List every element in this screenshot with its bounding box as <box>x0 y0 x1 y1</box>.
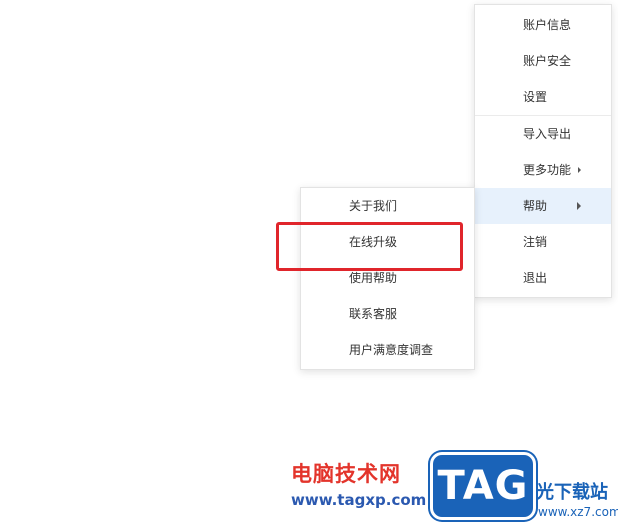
menu-item-label: 注销 <box>523 235 548 249</box>
menu-item-label: 设置 <box>523 90 548 104</box>
annotation-highlight-box <box>276 222 463 271</box>
watermark-url: www.tagxp.com <box>291 491 427 509</box>
submenu-item-contact-support[interactable]: 联系客服 <box>301 296 474 332</box>
help-submenu: 关于我们 在线升级 使用帮助 联系客服 用户满意度调查 <box>300 187 475 370</box>
menu-item-help[interactable]: 帮助 <box>475 188 611 224</box>
account-dropdown-menu: 账户信息 账户安全 设置 导入导出 更多功能 帮助 注销 退出 <box>474 4 612 298</box>
menu-item-label: 帮助 <box>523 199 548 213</box>
menu-item-exit[interactable]: 退出 <box>475 260 611 296</box>
menu-item-account-security[interactable]: 账户安全 <box>475 43 611 79</box>
chevron-right-icon <box>577 202 581 210</box>
watermark-title: 电脑技术网 <box>291 462 401 486</box>
watermark-right-url: www.xz7.com <box>538 505 618 519</box>
submenu-item-label: 联系客服 <box>349 307 398 321</box>
submenu-item-about-us[interactable]: 关于我们 <box>301 188 474 224</box>
menu-item-logout[interactable]: 注销 <box>475 224 611 260</box>
chevron-right-icon <box>578 167 581 173</box>
menu-item-label: 更多功能 <box>523 163 572 177</box>
menu-item-label: 退出 <box>523 271 548 285</box>
menu-item-import-export[interactable]: 导入导出 <box>475 116 611 152</box>
submenu-item-label: 关于我们 <box>349 199 398 213</box>
watermark-logo: TAG <box>430 452 536 520</box>
menu-item-label: 导入导出 <box>523 127 572 141</box>
submenu-item-satisfaction-survey[interactable]: 用户满意度调查 <box>301 332 474 368</box>
menu-item-label: 账户信息 <box>523 18 572 32</box>
menu-item-account-info[interactable]: 账户信息 <box>475 7 611 43</box>
watermark-right-text: 光下载站 <box>536 482 608 503</box>
menu-item-settings[interactable]: 设置 <box>475 79 611 115</box>
menu-item-label: 账户安全 <box>523 54 572 68</box>
submenu-item-label: 用户满意度调查 <box>349 343 434 357</box>
menu-item-more-features[interactable]: 更多功能 <box>475 152 611 188</box>
